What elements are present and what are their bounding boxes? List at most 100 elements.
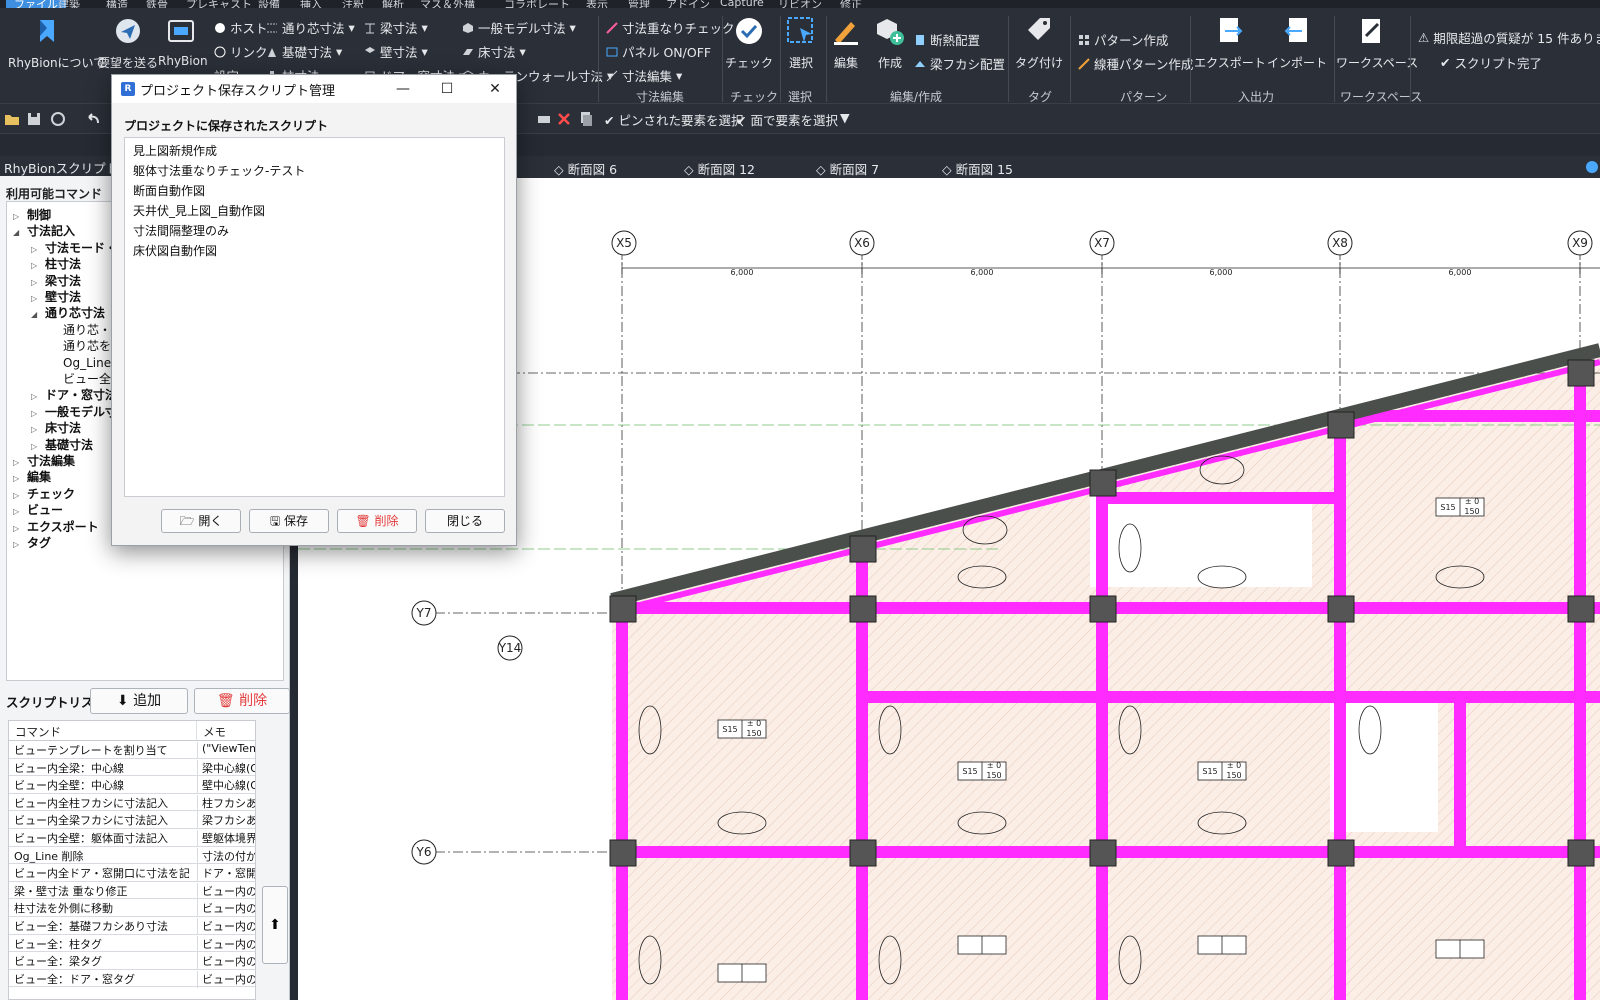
saved-script-item[interactable]: 躯体寸法重なりチェック-テスト: [133, 162, 305, 179]
overlap-check-button[interactable]: 寸法重なりチェック: [606, 18, 735, 37]
overdue-alert[interactable]: ⚠期限超過の質疑が 15 件あります: [1418, 28, 1600, 47]
filter-dropdown-icon[interactable]: ▼: [840, 110, 850, 125]
host-radio[interactable]: ホスト: [214, 18, 268, 37]
menu-item[interactable]: 表示: [586, 0, 608, 8]
table-row[interactable]: ビュー全：基礎フカシあり寸法 ビュー内のすべ: [9, 917, 255, 935]
collapsed-triangle-icon[interactable]: ▷: [13, 507, 23, 516]
open-folder-icon[interactable]: [4, 111, 20, 127]
menu-item[interactable]: ファイル: [6, 0, 66, 8]
table-row[interactable]: ビュー内全壁：躯体面寸法記入 壁躯体境界あ: [9, 829, 255, 847]
save-icon[interactable]: [26, 111, 42, 127]
beam-haunch-button[interactable]: 梁フカシ配置: [914, 54, 1005, 73]
panel-toggle-button[interactable]: パネル ON/OFF: [606, 42, 711, 61]
select-pinned-toggle[interactable]: ✔ ピンされた要素を選択: [604, 110, 743, 129]
collapsed-triangle-icon[interactable]: ▷: [31, 409, 41, 418]
table-row[interactable]: ビュー内全壁：中心線 壁中心線(Og_: [9, 776, 255, 795]
menu-item[interactable]: 挿入: [300, 0, 322, 8]
collapsed-triangle-icon[interactable]: ▷: [13, 540, 23, 549]
collapsed-triangle-icon[interactable]: ▷: [31, 425, 41, 434]
sync-icon[interactable]: [50, 111, 66, 127]
add-button[interactable]: ⬇ 追加: [90, 688, 188, 714]
tree-node[interactable]: ▷ 基礎寸法: [31, 436, 93, 453]
general-model-dim-button[interactable]: 一般モデル寸法 ▾: [462, 18, 576, 37]
table-row[interactable]: ビューテンプレートを割り当て ("ViewTemplate: [9, 741, 255, 759]
pattern-create-button[interactable]: パターン作成: [1078, 30, 1168, 49]
panel-toggle-icon[interactable]: [1584, 156, 1600, 178]
menu-item[interactable]: リビオン: [778, 0, 822, 8]
line-pattern-button[interactable]: 線種パターン作成: [1078, 54, 1193, 73]
saved-script-item[interactable]: 断面自動作図: [133, 182, 205, 199]
dim-edit-button[interactable]: 寸法編集 ▾: [606, 66, 682, 85]
collapsed-triangle-icon[interactable]: ▷: [13, 474, 23, 483]
dialog-titlebar[interactable]: R プロジェクト保存スクリプト管理 — ☐ ✕: [112, 75, 516, 103]
tree-node[interactable]: ▷ 編集: [13, 468, 51, 485]
print-icon[interactable]: [536, 111, 552, 127]
delete-button[interactable]: 🗑 削除: [337, 509, 417, 533]
export-button[interactable]: エクスポート: [1194, 16, 1266, 71]
rhybion-panel-button[interactable]: RhyBion: [158, 16, 208, 68]
menu-item[interactable]: プレキャスト: [186, 0, 252, 8]
view-tab[interactable]: ◇ 断面図 6: [554, 159, 617, 178]
table-row[interactable]: ビュー内全梁：中心線 梁中心線(Og_: [9, 759, 255, 777]
table-row[interactable]: ビュー全：ドア・窓タグ ビュー内のすべ: [9, 970, 255, 988]
tree-node[interactable]: ▷ ビュー: [13, 501, 63, 518]
view-tab[interactable]: ◇ 断面図 15: [942, 159, 1013, 178]
slab-tag[interactable]: [957, 935, 1007, 955]
tree-node[interactable]: ◢ 通り芯寸法: [31, 304, 105, 321]
table-row[interactable]: Og_Line 削除 寸法の付かな: [9, 847, 255, 865]
menu-item[interactable]: 構造: [106, 0, 128, 8]
delete-script-button[interactable]: 🗑 削除: [194, 688, 290, 714]
collapsed-triangle-icon[interactable]: ▷: [13, 458, 23, 467]
menu-item[interactable]: 修正: [840, 0, 862, 8]
open-button[interactable]: 🗁 開く: [161, 509, 241, 533]
view-tab[interactable]: ◇ 断面図 12: [684, 159, 755, 178]
saved-script-item[interactable]: 見上図新規作成: [133, 142, 217, 159]
tree-node[interactable]: ▷ エクスポート: [13, 518, 99, 535]
tagging-button[interactable]: タグ付け: [1008, 16, 1070, 71]
slab-tag[interactable]: [1197, 935, 1247, 955]
workspace-button[interactable]: ワークスペース: [1336, 16, 1418, 71]
tree-node[interactable]: ▷ 柱寸法: [31, 255, 81, 272]
undo-icon[interactable]: [86, 111, 102, 127]
tree-node[interactable]: ▷ ドア・窓寸法: [31, 386, 117, 403]
collapsed-triangle-icon[interactable]: ▷: [13, 524, 23, 533]
menu-item[interactable]: Capture: [720, 0, 764, 8]
collapsed-triangle-icon[interactable]: ▷: [31, 294, 41, 303]
menu-item[interactable]: 注釈: [342, 0, 364, 8]
foundation-dim-button[interactable]: 基礎寸法 ▾: [266, 42, 342, 61]
menu-item[interactable]: 管理: [628, 0, 650, 8]
collapsed-triangle-icon[interactable]: ▷: [13, 212, 23, 221]
rhybion-about-button[interactable]: RhyBionについて: [8, 16, 105, 71]
minimize-button[interactable]: —: [388, 78, 418, 100]
script-list-table[interactable]: コマンド メモ ビューテンプレートを割り当て("ViewTemplateビュー内…: [8, 720, 256, 1000]
tree-node[interactable]: ◢ 寸法記入: [13, 222, 75, 239]
collapsed-triangle-icon[interactable]: ▷: [31, 245, 41, 254]
tree-node[interactable]: ▷ 床寸法: [31, 419, 81, 436]
saved-script-item[interactable]: 天井伏_見上図_自動作図: [133, 202, 265, 219]
collapsed-triangle-icon[interactable]: ▷: [31, 261, 41, 270]
menu-item[interactable]: コラボレート: [504, 0, 570, 8]
move-up-button[interactable]: ⬆: [262, 886, 288, 964]
column-header-command[interactable]: コマンド: [9, 721, 197, 741]
column-header-memo[interactable]: メモ: [197, 721, 255, 741]
maximize-button[interactable]: ☐: [432, 78, 462, 100]
collapsed-triangle-icon[interactable]: ▷: [31, 442, 41, 451]
link-radio[interactable]: リンク: [214, 42, 268, 61]
table-row[interactable]: ビュー全：梁タグ ビュー内のすべ: [9, 952, 255, 971]
menu-item[interactable]: 鉄骨: [146, 0, 168, 8]
collapsed-triangle-icon[interactable]: ▷: [13, 491, 23, 500]
table-row[interactable]: 柱寸法を外側に移動 ビュー内の全柱: [9, 899, 255, 918]
collapsed-triangle-icon[interactable]: ▷: [31, 392, 41, 401]
saved-script-item[interactable]: 寸法間隔整理のみ: [133, 222, 229, 239]
wall-dim-button[interactable]: 壁寸法 ▾: [364, 42, 428, 61]
table-row[interactable]: ビュー内全柱フカシに寸法記入 柱フカシありす: [9, 794, 255, 812]
expanded-triangle-icon[interactable]: ◢: [13, 228, 23, 237]
table-row[interactable]: ビュー内全ドア・窓開口に寸法を記入ドア・窓開口に: [9, 864, 255, 883]
create-button[interactable]: 作成: [862, 16, 918, 71]
close-window-button[interactable]: ✕: [480, 78, 510, 100]
menu-item[interactable]: 設備: [258, 0, 280, 8]
tree-node[interactable]: ▷ タグ: [13, 534, 51, 551]
script-done-button[interactable]: ✔ スクリプト完了: [1440, 53, 1542, 72]
table-row[interactable]: ビュー内全梁フカシに寸法記入 梁フカシありす: [9, 811, 255, 830]
beam-dim-button[interactable]: 梁寸法 ▾: [364, 18, 428, 37]
